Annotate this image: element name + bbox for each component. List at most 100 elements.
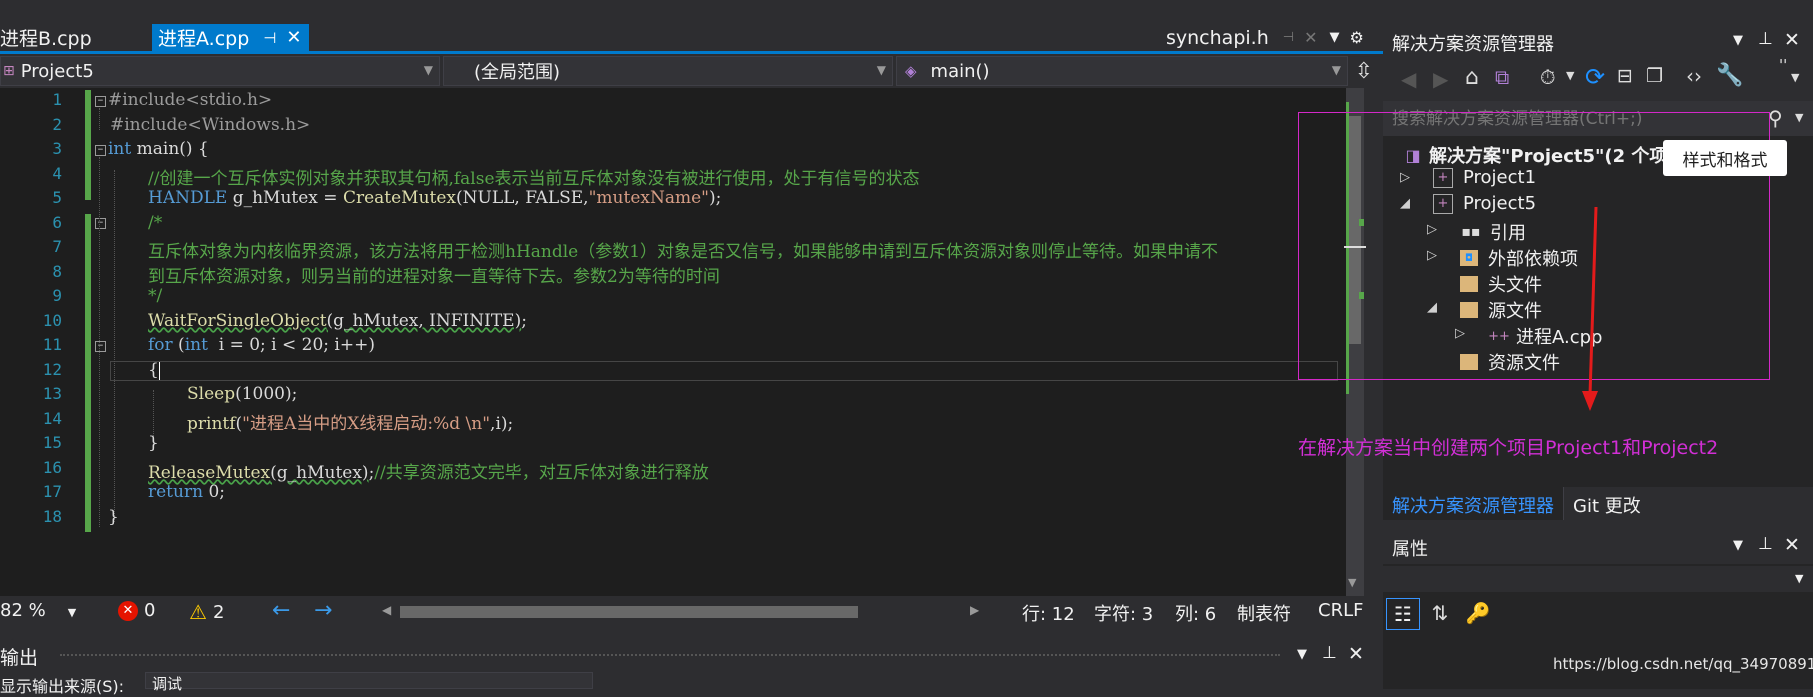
tab-label: Git 更改 — [1573, 496, 1641, 517]
chevron-down-icon: ▼ — [1795, 572, 1804, 585]
tab-mode-indicator[interactable]: 制表符 — [1237, 600, 1291, 626]
fold-toggle[interactable]: − — [95, 218, 106, 229]
chevron-down-icon[interactable]: ▼ — [1733, 33, 1743, 48]
properties-object-selector[interactable]: ▼ — [1383, 566, 1813, 592]
fold-toggle[interactable]: − — [95, 341, 106, 352]
close-icon[interactable]: ✕ — [1304, 28, 1317, 47]
chevron-down-icon[interactable]: ▼ — [1329, 30, 1339, 45]
sync-icon[interactable]: ⟳ — [1585, 63, 1605, 91]
wrench-icon[interactable]: 🔧 — [1716, 63, 1743, 88]
error-count[interactable]: ✕ 0 — [118, 600, 155, 621]
pin-icon[interactable]: ⊥ — [1758, 29, 1773, 49]
close-icon[interactable]: ✕ — [1784, 534, 1800, 556]
switch-views-icon[interactable]: ⧉ — [1495, 65, 1509, 89]
code-line-15: } — [148, 433, 159, 453]
tab-git-changes[interactable]: Git 更改 — [1573, 487, 1673, 520]
chevron-down-icon: ▼ — [876, 63, 886, 77]
close-icon[interactable]: ✕ — [1348, 643, 1364, 665]
tab-solution-explorer[interactable]: 解决方案资源管理器 — [1383, 487, 1564, 520]
search-icon[interactable]: ⚲ — [1768, 106, 1783, 130]
close-icon[interactable]: ✕ — [286, 27, 301, 48]
code-text: 0; — [203, 482, 225, 502]
warning-count[interactable]: ⚠ 2 — [189, 600, 224, 624]
chevron-down-icon[interactable]: ▼ — [1795, 111, 1803, 124]
horizontal-scrollbar[interactable]: ◀ ▶ — [378, 600, 988, 624]
gear-icon[interactable]: ⚙ — [1349, 28, 1363, 47]
code-line-13: Sleep(1000); — [187, 384, 297, 404]
pin-icon[interactable]: ⊣ — [1283, 30, 1294, 45]
explorer-tab-strip: 解决方案资源管理器 Git 更改 — [1383, 487, 1813, 520]
scope-dropdown-value: (全局范围) — [474, 62, 561, 83]
comment: */ — [148, 286, 163, 306]
project-dropdown[interactable]: ⊞ Project5 ▼ — [0, 56, 440, 86]
fold-toggle[interactable]: − — [95, 96, 106, 107]
column-indicator: 列: 6 — [1175, 604, 1217, 625]
chevron-down-icon[interactable]: ▼ — [1566, 69, 1574, 82]
navigate-back-icon[interactable]: ← — [272, 598, 290, 623]
code-text: ); — [708, 188, 722, 208]
comment: 互斥体对象为内核临界资源，该方法将用于检测hHandle（参数1）对象是否又信号… — [148, 242, 1219, 262]
line-indicator: 行: 12 — [1022, 604, 1075, 625]
line-number: 3 — [52, 139, 62, 158]
chevron-down-icon[interactable]: ▼ — [1297, 647, 1307, 662]
line-number: 14 — [42, 409, 62, 428]
code-line-18: } — [108, 507, 119, 527]
alphabetical-icon[interactable]: ⇅ — [1425, 598, 1455, 628]
panel-grip — [60, 654, 1280, 656]
scroll-right-icon[interactable]: ▶ — [970, 603, 979, 617]
code-line-10: WaitForSingleObject(g_hMutex, INFINITE); — [148, 311, 527, 331]
tab-label: 进程A.cpp — [158, 28, 250, 50]
function-name: ReleaseMutex — [148, 463, 271, 483]
scrollbar-thumb[interactable] — [400, 606, 858, 618]
indent-guide — [114, 170, 115, 522]
code-line-5: HANDLE g_hMutex = CreateMutex(NULL, FALS… — [148, 188, 721, 208]
line-number: 18 — [42, 507, 62, 526]
tab-process-b[interactable]: 进程B.cpp — [0, 24, 139, 51]
pin-icon[interactable]: ⊥ — [1758, 534, 1773, 554]
code-line-2: #include<Windows.h> — [110, 115, 310, 135]
scroll-down-icon[interactable]: ▼ — [1348, 576, 1356, 589]
close-icon[interactable]: ✕ — [1784, 29, 1800, 51]
line-ending-indicator[interactable]: CRLF — [1318, 600, 1363, 621]
home-icon[interactable]: ⌂ — [1465, 65, 1479, 90]
scope-dropdown[interactable]: (全局范围) ▼ — [443, 56, 893, 86]
navigate-forward-icon[interactable]: → — [314, 598, 332, 623]
tab-process-a[interactable]: 进程A.cpp ⊣ ✕ — [152, 24, 309, 51]
change-marker — [85, 90, 91, 200]
split-view-icon[interactable]: ⇳ — [1350, 57, 1378, 85]
tab-synchapi[interactable]: synchapi.h ⊣ ✕ ▼ ⚙ — [1160, 24, 1390, 51]
pending-changes-filter-icon[interactable]: ⏱ — [1540, 65, 1556, 89]
code-text: } — [108, 507, 119, 527]
current-line-highlight — [110, 361, 1338, 381]
pin-icon[interactable]: ⊣ — [263, 29, 276, 47]
back-icon[interactable]: ◀ — [1401, 67, 1416, 91]
tab-label: 进程B.cpp — [0, 28, 92, 50]
function-name: WaitForSingleObject — [148, 311, 327, 331]
toolbar-overflow-icon[interactable]: '' — [1779, 56, 1787, 74]
scroll-left-icon[interactable]: ◀ — [382, 603, 391, 617]
chevron-down-icon[interactable]: ▼ — [1791, 71, 1799, 84]
zoom-dropdown[interactable]: 82 % ▼ — [0, 600, 76, 621]
code-view-icon[interactable]: ‹› — [1686, 64, 1702, 88]
annotation-text: 在解决方案当中创建两个项目Project1和Project2 — [1298, 437, 1719, 459]
collapse-all-icon[interactable]: ⊟ — [1617, 65, 1633, 87]
panel-splitter[interactable] — [1383, 520, 1813, 529]
warning-count-value: 2 — [212, 601, 225, 623]
categorized-icon[interactable]: ☷ — [1386, 598, 1420, 630]
preprocessor-directive: #include<Windows.h> — [110, 115, 311, 135]
code-line-8: 到互斥体资源对象，则另当前的进程对象一直等待下去。参数2为等待的时间 — [148, 262, 720, 287]
forward-icon[interactable]: ▶ — [1433, 67, 1448, 91]
pin-icon[interactable]: ⊥ — [1322, 643, 1337, 663]
property-pages-icon[interactable]: 🔑 — [1463, 598, 1493, 628]
fold-toggle[interactable]: − — [95, 145, 106, 156]
chevron-down-icon[interactable]: ▼ — [1733, 538, 1743, 553]
line-number: 6 — [52, 213, 62, 232]
line-number: 8 — [52, 262, 62, 281]
output-toolbar: 显示输出来源(S): 调试 — [0, 671, 1383, 696]
output-source-dropdown[interactable]: 调试 — [145, 672, 593, 693]
tooltip-text: 样式和格式 — [1682, 150, 1768, 171]
zoom-value: 82 % — [0, 600, 46, 621]
member-dropdown[interactable]: ◈ main() ▼ — [896, 56, 1348, 86]
show-all-files-icon[interactable]: ❐ — [1646, 65, 1663, 87]
method-icon: ◈ — [905, 62, 917, 80]
